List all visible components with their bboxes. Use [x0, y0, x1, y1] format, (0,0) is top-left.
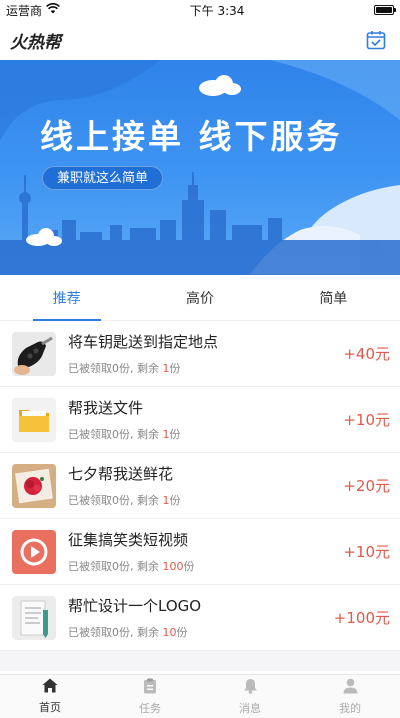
task-price: +10元	[343, 411, 390, 429]
task-body: 征集搞笑类短视频 已被领取0份, 剩余 100份	[68, 529, 335, 574]
carrier-label: 运营商	[6, 3, 43, 18]
task-title: 征集搞笑类短视频	[68, 531, 189, 549]
list-item[interactable]: 征集搞笑类短视频 已被领取0份, 剩余 100份 +10元	[0, 519, 400, 585]
remaining-count: 1	[162, 362, 170, 375]
task-price: +20元	[343, 477, 390, 495]
unit-text: 份	[169, 494, 181, 507]
promo-banner[interactable]: 线上接单 线下服务 兼职就这么简单	[0, 60, 400, 275]
folder-icon	[12, 397, 56, 442]
video-play-icon	[12, 529, 56, 574]
design-document-icon	[12, 595, 56, 640]
task-meta: 已被领取0份, 剩余 100份	[68, 558, 335, 574]
list-item[interactable]: 七夕帮我送鲜花 已被领取0份, 剩余 1份 +20元	[0, 453, 400, 519]
nav-label: 任务	[139, 701, 161, 715]
user-icon	[343, 678, 358, 697]
tab-high-price[interactable]: 高价	[133, 275, 266, 320]
battery-icon	[374, 5, 396, 15]
nav-profile[interactable]: 我的	[300, 675, 400, 718]
tab-simple[interactable]: 简单	[267, 275, 400, 320]
category-tabs: 推荐 高价 简单	[0, 275, 400, 321]
unit-text: 份	[183, 560, 195, 573]
task-title: 帮我送文件	[68, 399, 144, 417]
task-title: 将车钥匙送到指定地点	[68, 333, 219, 351]
list-item[interactable]: 帮我送文件 已被领取0份, 剩余 1份 +10元	[0, 387, 400, 453]
banner-slogan: 兼职就这么简单	[42, 166, 164, 190]
clock: 下午 3:34	[189, 3, 245, 18]
status-left: 运营商	[6, 2, 60, 19]
wifi-icon	[46, 3, 60, 17]
task-list: 将车钥匙送到指定地点 已被领取0份, 剩余 1份 +40元 帮我送文件 已被领取…	[0, 321, 400, 651]
nav-label: 我的	[339, 701, 361, 715]
claimed-text: 已被领取0份, 剩余	[68, 362, 163, 375]
task-price: +100元	[333, 609, 390, 627]
remaining-count: 1	[162, 494, 170, 507]
list-item[interactable]: 将车钥匙送到指定地点 已被领取0份, 剩余 1份 +40元	[0, 321, 400, 387]
task-meta: 已被领取0份, 剩余 10份	[68, 624, 326, 640]
claimed-text: 已被领取0份, 剩余	[68, 494, 163, 507]
nav-tasks[interactable]: 任务	[100, 675, 200, 718]
task-body: 帮我送文件 已被领取0份, 剩余 1份	[68, 397, 335, 442]
remaining-count: 1	[162, 428, 170, 441]
status-bar: 运营商 下午 3:34	[0, 0, 400, 20]
remaining-count: 10	[162, 626, 177, 639]
calendar-check-icon[interactable]	[364, 28, 388, 52]
bell-icon	[243, 678, 258, 697]
nav-home[interactable]: 首页	[0, 675, 100, 718]
tab-recommended[interactable]: 推荐	[0, 275, 133, 320]
banner-title: 线上接单 线下服务	[40, 117, 343, 156]
task-body: 帮忙设计一个LOGO 已被领取0份, 剩余 10份	[68, 595, 326, 640]
app-logo: 火热帮	[10, 32, 61, 53]
claimed-text: 已被领取0份, 剩余	[68, 626, 163, 639]
task-body: 将车钥匙送到指定地点 已被领取0份, 剩余 1份	[68, 331, 335, 376]
unit-text: 份	[176, 626, 188, 639]
task-body: 七夕帮我送鲜花 已被领取0份, 剩余 1份	[68, 463, 335, 508]
claimed-text: 已被领取0份, 剩余	[68, 428, 163, 441]
unit-text: 份	[169, 428, 181, 441]
unit-text: 份	[169, 362, 181, 375]
nav-messages[interactable]: 消息	[200, 675, 300, 718]
task-meta: 已被领取0份, 剩余 1份	[68, 426, 335, 442]
list-item[interactable]: 帮忙设计一个LOGO 已被领取0份, 剩余 10份 +100元	[0, 585, 400, 651]
remaining-count: 100	[162, 560, 184, 573]
task-icon	[143, 678, 157, 697]
task-meta: 已被领取0份, 剩余 1份	[68, 360, 335, 376]
task-title: 帮忙设计一个LOGO	[68, 597, 202, 615]
car-key-icon	[12, 331, 56, 376]
task-meta: 已被领取0份, 剩余 1份	[68, 492, 335, 508]
nav-label: 消息	[239, 701, 261, 715]
task-price: +10元	[343, 543, 390, 561]
bottom-nav: 首页 任务 消息 我的	[0, 674, 400, 718]
task-price: +40元	[343, 345, 390, 363]
nav-label: 首页	[39, 701, 61, 714]
list-footer-gap	[0, 651, 400, 671]
app-header: 火热帮	[0, 20, 400, 60]
claimed-text: 已被领取0份, 剩余	[68, 560, 163, 573]
task-title: 七夕帮我送鲜花	[68, 465, 174, 483]
flower-box-icon	[12, 463, 56, 508]
home-icon	[42, 678, 58, 696]
